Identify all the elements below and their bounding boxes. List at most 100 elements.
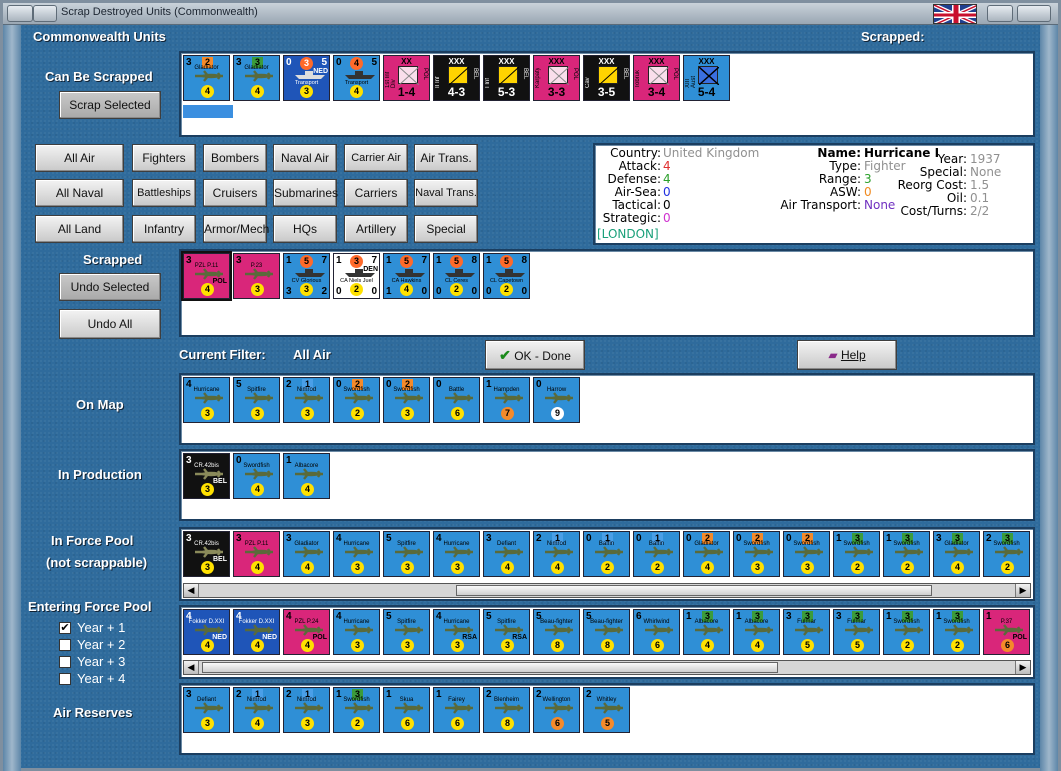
unit-counter[interactable]: 0 1 Baffin 2 <box>583 531 630 577</box>
filter-button[interactable]: All Air <box>35 144 124 172</box>
unit-counter[interactable]: 5 Spitfire 3 <box>383 609 430 655</box>
filter-button[interactable]: Armor/Mech <box>203 215 269 243</box>
unit-counter[interactable]: 5 Beau-fighter 8 <box>583 609 630 655</box>
unit-counter[interactable]: 1 5 8 CL Capetown 0 0 2 <box>483 253 530 299</box>
unit-counter[interactable]: 1 Hampden 7 <box>483 377 530 423</box>
unit-counter[interactable]: 1 3 Albacore 4 <box>733 609 780 655</box>
unit-counter[interactable]: XXX Tobruk POL 3-4 <box>633 55 680 101</box>
unit-counter[interactable]: 3 Defiant 4 <box>483 531 530 577</box>
unit-counter[interactable]: 0 2 Swordfish 3 <box>783 531 830 577</box>
unit-counter[interactable]: 3 PZL P.11 POL 4 <box>181 251 232 301</box>
unit-counter[interactable]: 0 2 Swordfish 3 <box>733 531 780 577</box>
unit-counter[interactable]: 0 2 Swordfish 3 <box>383 377 430 423</box>
unit-counter[interactable]: 1 Fairey 6 <box>433 687 480 733</box>
filter-button[interactable]: Naval Air <box>273 144 337 172</box>
year-checkbox-label[interactable]: Year + 2 <box>77 637 125 652</box>
unit-counter[interactable]: 1 3 Swordfish 2 <box>933 609 980 655</box>
undo-selected-button[interactable]: Undo Selected <box>59 273 161 301</box>
filter-button[interactable]: All Naval <box>35 179 124 207</box>
filter-button[interactable]: Fighters <box>132 144 196 172</box>
unit-counter[interactable]: 2 1 Nimrod 4 <box>533 531 580 577</box>
unit-counter[interactable]: 0 1 Baffin 2 <box>633 531 680 577</box>
minimize-button[interactable] <box>33 5 57 22</box>
close-button[interactable] <box>1017 5 1051 22</box>
unit-counter[interactable]: 1 Albacore 4 <box>283 453 330 499</box>
unit-counter[interactable]: 4 Hurricane 3 <box>333 609 380 655</box>
unit-counter[interactable]: 0 3 5 NED Transport 3 <box>283 55 330 101</box>
unit-counter[interactable]: 2 Blenheim 8 <box>483 687 530 733</box>
unit-counter[interactable]: 3 CR.42bis BEL 3 <box>183 453 230 499</box>
unit-counter[interactable]: 0 4 5 Transport 4 <box>333 55 380 101</box>
scroll-right-icon[interactable]: ▶ <box>1015 661 1030 674</box>
unit-counter[interactable]: 3 PZL P.11 4 <box>233 531 280 577</box>
filter-button[interactable]: Artillery <box>344 215 408 243</box>
force-pool-scrollbar[interactable]: ◀ ▶ <box>183 583 1031 598</box>
unit-counter[interactable]: 1 3 Swordfish 2 <box>883 531 930 577</box>
unit-counter[interactable]: 1 3 Swordfish 2 <box>833 531 880 577</box>
filter-button[interactable]: Battleships <box>132 179 196 207</box>
year-checkbox[interactable]: ✔ <box>59 622 71 634</box>
year-checkbox-label[interactable]: Year + 4 <box>77 671 125 686</box>
restore-button[interactable] <box>987 5 1013 22</box>
scroll-right-icon[interactable]: ▶ <box>1015 584 1030 597</box>
scroll-left-icon[interactable]: ◀ <box>184 661 199 674</box>
unit-counter[interactable]: 1 3 Swordfish 2 <box>333 687 380 733</box>
unit-counter[interactable]: 2 1 Nimrod 3 <box>283 687 330 733</box>
filter-button[interactable]: All Land <box>35 215 124 243</box>
scroll-thumb[interactable] <box>202 662 778 673</box>
help-button[interactable]: ▰ Help <box>797 340 897 370</box>
unit-counter[interactable]: 2 Wellington 6 <box>533 687 580 733</box>
filter-button[interactable]: Carrier Air <box>344 144 408 172</box>
filter-button[interactable]: Carriers <box>344 179 408 207</box>
year-checkbox[interactable] <box>59 639 71 651</box>
unit-counter[interactable]: 0 2 Swordfish 2 <box>333 377 380 423</box>
scrap-selected-button[interactable]: Scrap Selected <box>59 91 161 119</box>
unit-counter[interactable]: XX 1st Inf Div POL 1-4 <box>383 55 430 101</box>
filter-button[interactable]: Naval Trans. <box>414 179 478 207</box>
unit-counter[interactable]: 3 Defiant 3 <box>183 687 230 733</box>
unit-counter[interactable]: 1 5 7 CV Glorious 3 2 3 <box>283 253 330 299</box>
filter-button[interactable]: Air Trans. <box>414 144 478 172</box>
unit-counter[interactable]: 2 Whitley 5 <box>583 687 630 733</box>
scroll-left-icon[interactable]: ◀ <box>184 584 199 597</box>
unit-counter[interactable]: 2 1 Nimrod 3 <box>283 377 330 423</box>
year-checkbox-label[interactable]: Year + 3 <box>77 654 125 669</box>
unit-counter[interactable]: 0 2 Gladiator 4 <box>683 531 730 577</box>
unit-counter[interactable]: 4 Hurricane 3 <box>333 531 380 577</box>
unit-counter[interactable]: 4 Fokker D.XXI NED 4 <box>183 609 230 655</box>
system-menu-button[interactable] <box>7 5 33 22</box>
unit-counter[interactable]: 2 3 Swordfish 2 <box>983 531 1030 577</box>
ok-done-button[interactable]: ✔ OK - Done <box>485 340 585 370</box>
undo-all-button[interactable]: Undo All <box>59 309 161 339</box>
unit-counter[interactable]: XXX XIII Aust 5-4 <box>683 55 730 101</box>
scroll-thumb[interactable] <box>456 585 932 596</box>
filter-button[interactable]: HQs <box>273 215 337 243</box>
filter-button[interactable]: Special <box>414 215 478 243</box>
unit-counter[interactable]: 3 3 Fulmar 5 <box>783 609 830 655</box>
filter-button[interactable]: Bombers <box>203 144 267 172</box>
unit-counter[interactable]: 3 CR.42bis BEL 3 <box>183 531 230 577</box>
unit-counter[interactable]: 5 Spitfire 3 <box>233 377 280 423</box>
unit-counter[interactable]: 1 3 Albacore 4 <box>683 609 730 655</box>
unit-counter[interactable]: 0 Battle 6 <box>433 377 480 423</box>
unit-counter[interactable]: 3 Gladiator 4 <box>283 531 330 577</box>
unit-counter[interactable]: XXX II Inf BEL 4-3 <box>433 55 480 101</box>
unit-counter[interactable]: 6 Whirlwind 6 <box>633 609 680 655</box>
unit-counter[interactable]: 4 Hurricane 3 <box>433 531 480 577</box>
unit-counter[interactable]: 1 P.37 POL 6 <box>983 609 1030 655</box>
entering-scrollbar[interactable]: ◀ ▶ <box>183 660 1031 675</box>
unit-counter[interactable]: 3 3 Gladiator 4 <box>933 531 980 577</box>
unit-counter[interactable]: 2 1 Nimrod 4 <box>233 687 280 733</box>
year-checkbox-label[interactable]: Year + 1 <box>77 620 125 635</box>
unit-counter[interactable]: 3 3 Gladiator 4 <box>233 55 280 101</box>
unit-counter[interactable]: XXX Cav BEL 3-5 <box>583 55 630 101</box>
year-checkbox[interactable] <box>59 656 71 668</box>
unit-counter[interactable]: XXX Karpaty POL 3-3 <box>533 55 580 101</box>
unit-counter[interactable]: 0 Swordfish 4 <box>233 453 280 499</box>
unit-counter[interactable]: 5 Beau-fighter 8 <box>533 609 580 655</box>
unit-counter[interactable]: 5 Spitfire 3 <box>383 531 430 577</box>
unit-counter[interactable]: 4 Hurricane 3 <box>183 377 230 423</box>
filter-button[interactable]: Submarines <box>273 179 338 207</box>
unit-counter[interactable]: 4 Hurricane RSA 3 <box>433 609 480 655</box>
title-bar[interactable]: Scrap Destroyed Units (Commonwealth) <box>3 3 1058 25</box>
